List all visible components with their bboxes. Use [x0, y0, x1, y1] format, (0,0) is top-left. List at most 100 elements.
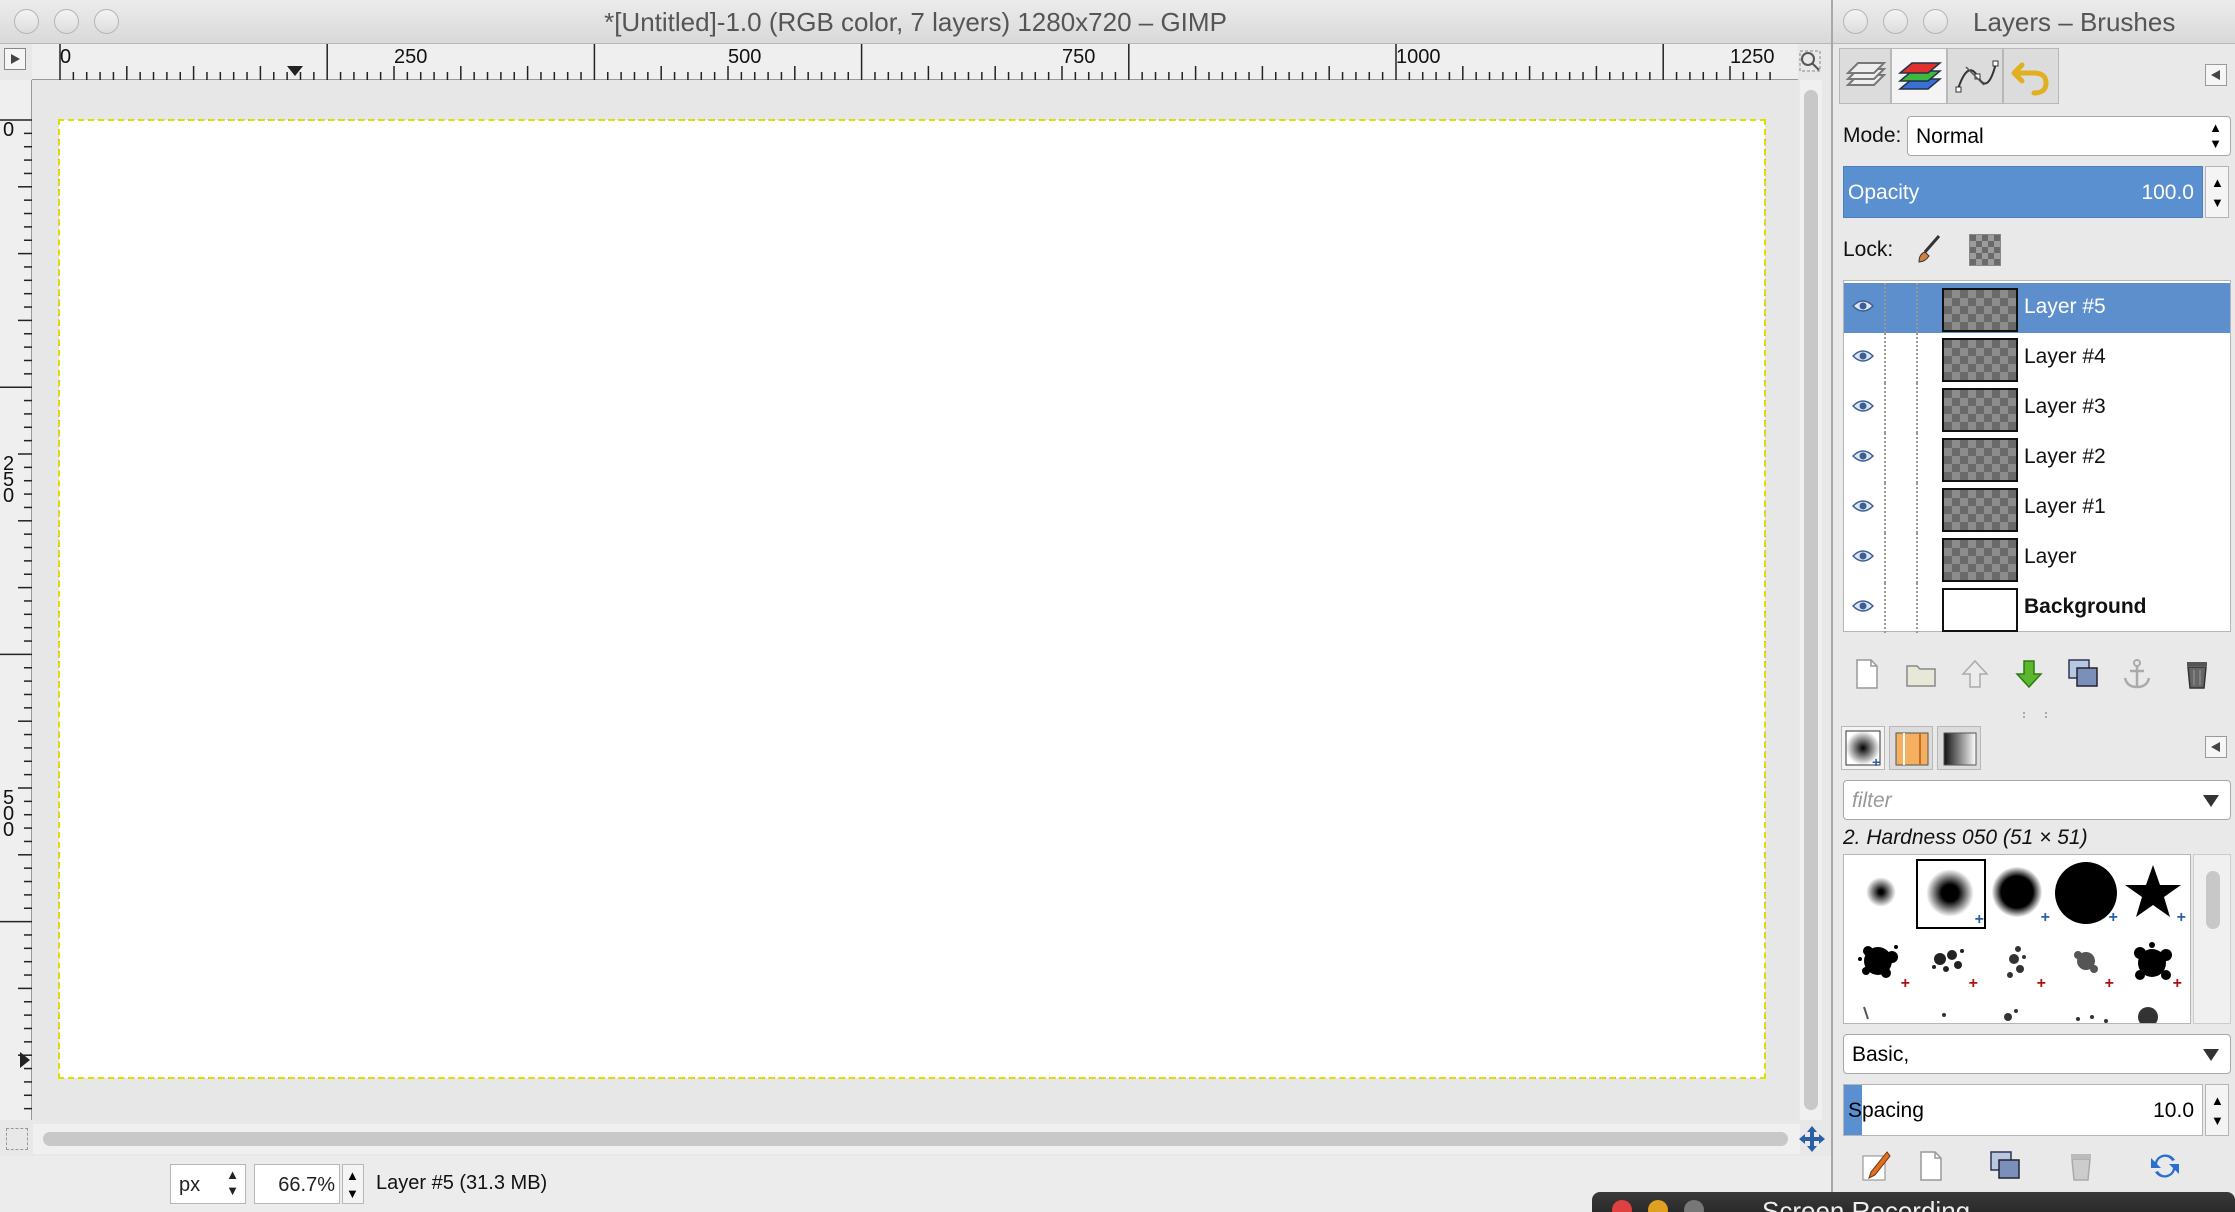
navigate-icon[interactable] [1797, 1124, 1827, 1154]
layer-thumbnail [1942, 438, 2018, 482]
brush-tag-combo[interactable]: Basic, [1843, 1034, 2231, 1074]
dock-tab-menu-button[interactable] [2205, 64, 2227, 86]
tab-layers[interactable] [1839, 48, 1891, 104]
horizontal-ruler[interactable]: 0 250 500 750 1000 1250 [32, 44, 1798, 80]
brush-splatter-3[interactable]: + [1984, 929, 2050, 995]
spacing-slider[interactable]: Spacing 10.0 [1843, 1084, 2203, 1136]
tab-paths[interactable] [1947, 48, 2003, 104]
chain-toggle[interactable] [1884, 283, 1887, 333]
horizontal-scrollbar[interactable] [33, 1124, 1800, 1154]
recording-zoom-button[interactable] [1684, 1200, 1704, 1212]
tab-menu-icon [2211, 742, 2220, 752]
edit-brush-button[interactable] [1857, 1148, 1893, 1184]
image-canvas[interactable] [58, 119, 1766, 1079]
chain-toggle[interactable] [1884, 333, 1887, 383]
tab-channels[interactable] [1891, 48, 1947, 104]
chain-toggle[interactable] [1884, 383, 1887, 433]
vertical-ruler[interactable]: 0 2 5 0 5 0 0 [0, 80, 32, 1120]
arrow-up-icon [1961, 659, 1989, 688]
delete-layer-button[interactable] [2179, 656, 2215, 692]
anchor-layer-button[interactable] [2119, 656, 2155, 692]
duplicate-layer-button[interactable] [2065, 656, 2101, 692]
canvas-viewport[interactable] [33, 80, 1798, 1120]
brush-grid-scroll-thumb[interactable] [2206, 871, 2220, 929]
zoom-spin-button[interactable]: ▲ ▼ [342, 1164, 364, 1204]
brush-hardness-100[interactable]: + [2052, 859, 2118, 926]
raise-layer-button[interactable] [1957, 656, 1993, 692]
brush-hardness-025[interactable] [1848, 859, 1914, 925]
opacity-slider[interactable]: Opacity 100.0 [1843, 166, 2203, 218]
layer-row[interactable]: Layer #2 [1844, 433, 2230, 483]
quick-mask-toggle[interactable] [6, 1128, 28, 1150]
status-message: Layer #5 (31.3 MB) [376, 1172, 548, 1194]
new-layer-group-button[interactable] [1903, 656, 1939, 692]
brush-filter-input[interactable]: filter [1843, 780, 2231, 820]
dock-close-button[interactable] [1843, 9, 1868, 34]
eye-visibility-icon[interactable] [1852, 398, 1874, 414]
layer-row[interactable]: Background [1844, 583, 2230, 633]
opacity-spin-arrows-icon: ▲ ▼ [2211, 175, 2224, 210]
eye-visibility-icon[interactable] [1852, 348, 1874, 364]
eye-visibility-icon[interactable] [1852, 448, 1874, 464]
chain-toggle[interactable] [1884, 433, 1887, 483]
pointer-position-marker [287, 66, 303, 76]
horizontal-scroll-thumb[interactable] [43, 1132, 1788, 1146]
layers-list[interactable]: Layer #5 Layer #4 Layer #3 Layer #2 Layer #1… [1843, 280, 2231, 633]
tab-gradients[interactable] [1937, 726, 1981, 770]
zoom-fit-icon[interactable] [1799, 50, 1821, 72]
brush-splatter-4[interactable]: + [2052, 929, 2118, 995]
layer-row[interactable]: Layer #5 [1844, 283, 2230, 333]
vertical-scroll-thumb[interactable] [1804, 90, 1818, 1110]
duplicate-brush-button[interactable] [1987, 1148, 2023, 1184]
chain-toggle[interactable] [1884, 533, 1887, 583]
layer-row[interactable]: Layer #4 [1844, 333, 2230, 383]
eye-visibility-icon[interactable] [1852, 298, 1874, 314]
unit-select[interactable]: px ▲ ▼ [170, 1164, 246, 1204]
recording-close-button[interactable] [1612, 1200, 1632, 1212]
eye-visibility-icon[interactable] [1852, 548, 1874, 564]
pane-separator[interactable] [2023, 712, 2047, 718]
dock-minimize-button[interactable] [1883, 9, 1908, 34]
brush-hardness-075[interactable]: + [1984, 859, 2050, 926]
layer-row[interactable]: Layer #1 [1844, 483, 2230, 533]
vertical-scrollbar[interactable] [1800, 80, 1822, 1120]
new-layer-button[interactable] [1849, 656, 1885, 692]
image-menu-button[interactable] [4, 48, 26, 70]
brush-grid-scrollbar[interactable] [2193, 854, 2231, 1024]
brush-splatter-1[interactable]: + [1848, 929, 1914, 995]
brush-splatter-5[interactable]: + [2120, 929, 2186, 995]
layer-row[interactable]: Layer [1844, 533, 2230, 583]
dock-title: Layers – Brushes [1973, 7, 2176, 37]
tag-dropdown-icon[interactable] [2202, 1048, 2220, 1062]
brush-grid[interactable]: + + + + + + + + + [1843, 854, 2191, 1024]
mode-select[interactable]: Normal ▲ ▼ [1907, 116, 2231, 156]
opacity-spin-button[interactable]: ▲ ▼ [2205, 166, 2229, 218]
brushes-tab-menu-button[interactable] [2205, 736, 2227, 758]
tab-undo-history[interactable] [2003, 48, 2059, 104]
chain-toggle[interactable] [1884, 483, 1887, 533]
eye-visibility-icon[interactable] [1852, 598, 1874, 614]
brush-splatter-2[interactable]: + [1916, 929, 1982, 995]
eye-visibility-icon[interactable] [1852, 498, 1874, 514]
tab-patterns[interactable] [1889, 726, 1933, 770]
filter-dropdown-icon[interactable] [2202, 794, 2220, 808]
brush-hardness-050[interactable]: + [1916, 859, 1986, 929]
screen-recording-window[interactable]: Screen Recording [1592, 1192, 2235, 1212]
zoom-value: 66.7% [278, 1174, 335, 1196]
dock-zoom-button[interactable] [1923, 9, 1948, 34]
lock-pixels-toggle[interactable] [1913, 232, 1947, 266]
zoom-field[interactable]: 66.7% [254, 1164, 340, 1204]
refresh-brushes-button[interactable] [2147, 1148, 2183, 1184]
lower-layer-button[interactable] [2011, 656, 2047, 692]
delete-brush-button[interactable] [2063, 1148, 2099, 1184]
spacing-spin-button[interactable]: ▲ ▼ [2205, 1084, 2229, 1136]
tab-brushes[interactable]: + [1841, 726, 1885, 770]
brush-star[interactable]: + [2120, 859, 2186, 926]
pattern-icon [1895, 732, 1929, 766]
recording-minimize-button[interactable] [1648, 1200, 1668, 1212]
chain-toggle[interactable] [1884, 583, 1887, 633]
lock-alpha-toggle[interactable] [1969, 234, 2001, 266]
brush-row3[interactable] [1848, 999, 2188, 1023]
layer-row[interactable]: Layer #3 [1844, 383, 2230, 433]
new-brush-button[interactable] [1913, 1148, 1949, 1184]
